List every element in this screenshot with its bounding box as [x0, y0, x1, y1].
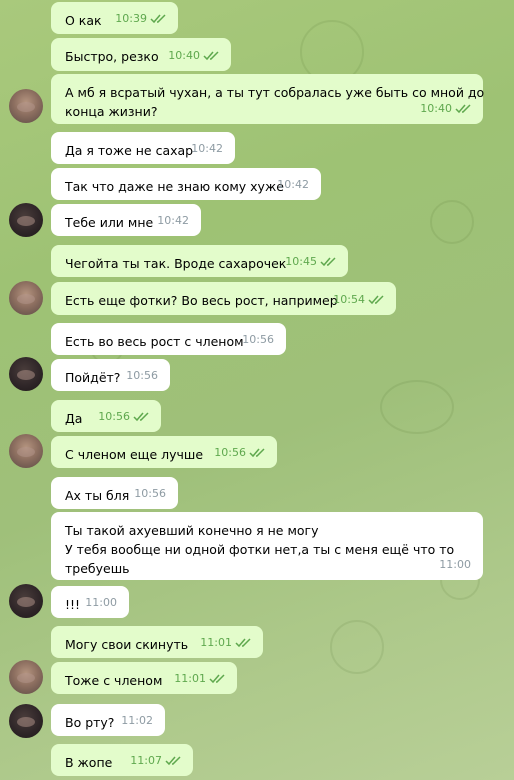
message-time: 11:01 [200, 636, 232, 649]
message-bubble-incoming[interactable]: Ах ты бля 10:56 [51, 477, 178, 509]
message-bubble-outgoing[interactable]: Тоже с членом 11:01 [51, 662, 237, 694]
contact-avatar[interactable] [9, 203, 43, 237]
read-check-icon [455, 104, 471, 114]
message-time: 10:42 [157, 214, 189, 227]
message-time: 10:45 [285, 255, 317, 268]
message-text: Ах ты бля [65, 488, 130, 503]
contact-avatar[interactable] [9, 89, 43, 123]
message-text: Да [65, 411, 83, 426]
message-text-line: У тебя вообще ни одной фотки нет,а ты с … [65, 542, 455, 557]
message-text: Чегойта ты так. Вроде сахарочек [65, 256, 287, 271]
contact-avatar[interactable] [9, 357, 43, 391]
message-time: 11:02 [121, 714, 153, 727]
read-check-icon [209, 674, 225, 684]
message-bubble-incoming[interactable]: Да я тоже не сахар 10:42 [51, 132, 235, 164]
message-text: Тебе или мне [65, 215, 154, 230]
message-text: Есть во весь рост с членом [65, 334, 244, 349]
read-check-icon [203, 51, 219, 61]
message-time: 10:42 [191, 142, 223, 155]
contact-avatar[interactable] [9, 660, 43, 694]
message-text: Быстро, резко [65, 49, 159, 64]
message-time: 10:56 [242, 333, 274, 346]
message-text: В жопе [65, 755, 113, 770]
message-bubble-outgoing[interactable]: Да 10:56 [51, 400, 161, 432]
message-text: С членом еще лучше [65, 447, 204, 462]
message-text-line: Ты такой ахуевший конечно я не могу [65, 523, 319, 538]
message-bubble-outgoing[interactable]: Есть еще фотки? Во весь рост, например 1… [51, 282, 396, 315]
message-bubble-incoming[interactable]: !!! 11:00 [51, 586, 129, 618]
message-bubble-incoming[interactable]: Во рту? 11:02 [51, 704, 165, 736]
message-time: 10:56 [98, 410, 130, 423]
read-check-icon [249, 448, 265, 458]
message-text-line: требуешь [65, 561, 130, 576]
message-text: Во рту? [65, 715, 115, 730]
message-time: 10:56 [126, 369, 158, 382]
contact-avatar[interactable] [9, 434, 43, 468]
read-check-icon [368, 295, 384, 305]
message-bubble-outgoing[interactable]: А мб я всратый чухан, а ты тут собралась… [51, 74, 484, 124]
message-time: 10:42 [277, 178, 309, 191]
message-time: 10:54 [333, 293, 365, 306]
message-time: 10:40 [420, 102, 452, 115]
message-bubble-outgoing[interactable]: С членом еще лучше 10:56 [51, 436, 277, 468]
message-time: 11:00 [439, 558, 471, 571]
message-text: Могу свои скинуть [65, 637, 189, 652]
message-time: 10:40 [168, 49, 200, 62]
message-text: !!! [65, 597, 81, 612]
message-bubble-incoming[interactable]: Ты такой ахуевший конечно я не могу У те… [51, 512, 483, 580]
message-bubble-outgoing[interactable]: Чегойта ты так. Вроде сахарочек 10:45 [51, 245, 348, 277]
message-bubble-incoming[interactable]: Так что даже не знаю кому хуже 10:42 [51, 168, 321, 200]
message-bubble-incoming[interactable]: Пойдёт? 10:56 [51, 359, 170, 391]
read-check-icon [150, 14, 166, 24]
message-time: 10:56 [214, 446, 246, 459]
message-text: О как [65, 13, 102, 28]
message-time: 11:00 [85, 596, 117, 609]
message-time: 11:07 [130, 754, 162, 767]
message-text: Тоже с членом [65, 673, 163, 688]
message-time: 10:56 [134, 487, 166, 500]
message-bubble-outgoing[interactable]: О как 10:39 [51, 2, 178, 34]
message-time: 10:39 [115, 12, 147, 25]
read-check-icon [235, 638, 251, 648]
read-check-icon [165, 756, 181, 766]
message-time: 11:01 [174, 672, 206, 685]
read-check-icon [320, 257, 336, 267]
contact-avatar[interactable] [9, 704, 43, 738]
message-text: Да я тоже не сахар [65, 143, 194, 158]
message-text: Так что даже не знаю кому хуже [65, 179, 284, 194]
contact-avatar[interactable] [9, 281, 43, 315]
message-bubble-outgoing[interactable]: Быстро, резко 10:40 [51, 38, 231, 71]
message-bubble-outgoing[interactable]: В жопе 11:07 [51, 744, 193, 776]
message-bubble-incoming[interactable]: Есть во весь рост с членом 10:56 [51, 323, 286, 355]
message-text: Есть еще фотки? Во весь рост, например [65, 293, 338, 308]
read-check-icon [133, 412, 149, 422]
message-text: Пойдёт? [65, 370, 121, 385]
contact-avatar[interactable] [9, 584, 43, 618]
message-bubble-outgoing[interactable]: Могу свои скинуть 11:01 [51, 626, 263, 658]
message-bubble-incoming[interactable]: Тебе или мне 10:42 [51, 204, 201, 236]
